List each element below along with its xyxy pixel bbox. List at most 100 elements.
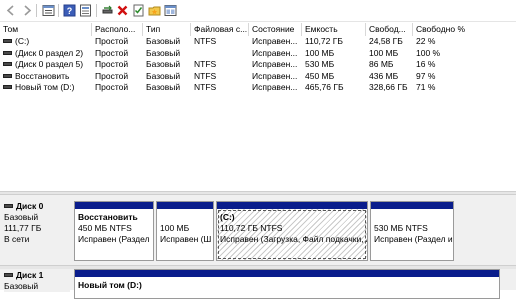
table-row[interactable]: (C:) Простой Базовый NTFS Исправен... 11… [0,36,516,48]
column-header-type[interactable]: Тип [143,23,191,36]
help-icon[interactable]: ? [62,3,76,17]
column-header-free-space[interactable]: Свобод... [366,23,413,36]
partition-new-volume-d[interactable]: Новый том (D:) [74,269,500,299]
partition-size: 530 МБ NTFS [374,223,428,233]
disk-0-label[interactable]: Диск 0 Базовый 111,77 ГБ В сети [4,201,70,245]
cell-free-space: 100 МБ [369,47,399,58]
cell-capacity: 450 МБ [305,70,335,81]
cell-status: Исправен... [252,82,298,92]
volume-icon [3,85,12,90]
column-header-capacity[interactable]: Емкость [302,23,366,36]
cell-percent-free: 16 % [416,59,436,69]
back-icon[interactable] [4,3,18,17]
disk-1-type: Базовый [4,281,39,291]
volume-list: Том Располо... Тип Файловая с... Состоян… [0,23,516,191]
partition-body: Восстановить 450 МБ NTFS Исправен (Разде… [75,209,153,260]
delete-icon[interactable] [115,3,129,17]
column-header-layout[interactable]: Располо... [92,23,143,36]
disk-icon [4,204,13,209]
cell-filesystem: NTFS [194,36,217,46]
volume-icon [3,62,12,67]
table-row[interactable]: (Диск 0 раздел 2) Простой Базовый Исправ… [0,48,516,60]
cell-volume: (C:) [0,36,92,48]
cell-free-space: 24,58 ГБ [369,36,403,46]
layout-icon[interactable] [163,3,177,17]
disk-1-title-text: Диск 1 [16,270,44,280]
partition-size: 100 МБ [160,223,190,233]
partition-state: Исправен (Раздел и [374,234,453,244]
cell-status: Исправен... [252,47,298,58]
cell-free-space: 436 МБ [369,70,399,81]
partition-body: Новый том (D:) [75,277,499,298]
toolbar-separator [36,4,37,17]
volume-icon [3,50,12,55]
cell-filesystem [191,48,249,60]
cell-volume-text: (Диск 0 раздел 5) [15,59,84,69]
cell-type: Базовый [146,47,181,58]
table-row[interactable]: (Диск 0 раздел 5) Простой Базовый NTFS И… [0,59,516,71]
cell-status: Исправен... [252,59,298,69]
cell-capacity: 100 МБ [305,47,335,58]
partition-bar [217,202,367,209]
table-row[interactable]: Новый том (D:) Простой Базовый NTFS Испр… [0,82,516,94]
partition-name: (C:) [220,212,235,222]
cell-type: Базовый [146,59,181,69]
cell-filesystem: NTFS [194,70,217,81]
cell-percent-free: 100 % [416,47,441,58]
folder-star-icon[interactable] [147,3,161,17]
properties-icon[interactable] [78,3,92,17]
partition-state: Исправен (Загрузка, Файл подкачки, А [220,234,367,244]
table-row[interactable]: Восстановить Простой Базовый NTFS Исправ… [0,71,516,83]
partition-bar [157,202,213,209]
cell-free-space: 86 МБ [369,59,394,69]
partition-body: 530 МБ NTFS Исправен (Раздел и [371,209,453,260]
cell-layout: Простой [95,36,129,46]
disk-1-label[interactable]: Диск 1 Базовый [4,270,70,292]
column-header-volume[interactable]: Том [0,23,92,36]
cell-volume: Восстановить [0,71,92,83]
column-header-status[interactable]: Состояние [249,23,302,36]
partition-size: 110,72 ГБ NTFS [220,223,283,233]
partition-efi[interactable]: 100 МБ Исправен (Ш [156,201,214,261]
checklist-icon[interactable] [131,3,145,17]
partition-5[interactable]: 530 МБ NTFS Исправен (Раздел и [370,201,454,261]
cell-percent-free: 71 % [416,82,436,92]
column-header-filesystem[interactable]: Файловая с... [191,23,249,36]
disk-map: Диск 0 Базовый 111,77 ГБ В сети Восстано… [0,195,516,299]
forward-icon[interactable] [19,3,33,17]
partition-system-c[interactable]: (C:) 110,72 ГБ NTFS Исправен (Загрузка, … [216,201,368,261]
column-headers: Том Располо... Тип Файловая с... Состоян… [0,23,516,36]
cell-free-space: 328,66 ГБ [369,82,408,92]
toolbar: ? [0,0,516,22]
svg-text:?: ? [66,6,72,16]
cell-capacity: 465,76 ГБ [305,82,344,92]
column-header-percent-free[interactable]: Свободно % [413,23,516,36]
disk-icon [4,273,13,278]
partition-name: Восстановить [78,212,138,222]
cell-status: Исправен... [252,36,298,46]
cell-filesystem: NTFS [194,59,217,69]
list-view-icon[interactable] [41,3,55,17]
partition-bar [75,202,153,209]
cell-volume-text: Восстановить [15,70,70,81]
partition-bar [371,202,453,209]
disk-1-title: Диск 1 [4,270,70,281]
cell-filesystem: NTFS [194,82,217,92]
partition-state: Исправен (Раздел [78,234,150,244]
partition-name [374,212,450,223]
partition-bar [75,270,499,277]
cell-layout: Простой [95,59,129,69]
cell-volume: Новый том (D:) [0,82,92,94]
cell-status: Исправен... [252,70,298,81]
disk-0-status: В сети [4,234,30,244]
partition-recovery[interactable]: Восстановить 450 МБ NTFS Исправен (Разде… [74,201,154,261]
volume-icon [3,39,12,44]
cell-type: Базовый [146,82,181,92]
disk-0-title: Диск 0 [4,201,70,212]
partition-size: 450 МБ NTFS [78,223,132,233]
connect-disk-icon[interactable] [100,3,114,17]
cell-volume-text: (C:) [15,36,30,46]
partition-name: Новый том (D:) [78,280,142,290]
disk-0-title-text: Диск 0 [16,201,44,211]
cell-percent-free: 97 % [416,70,436,81]
